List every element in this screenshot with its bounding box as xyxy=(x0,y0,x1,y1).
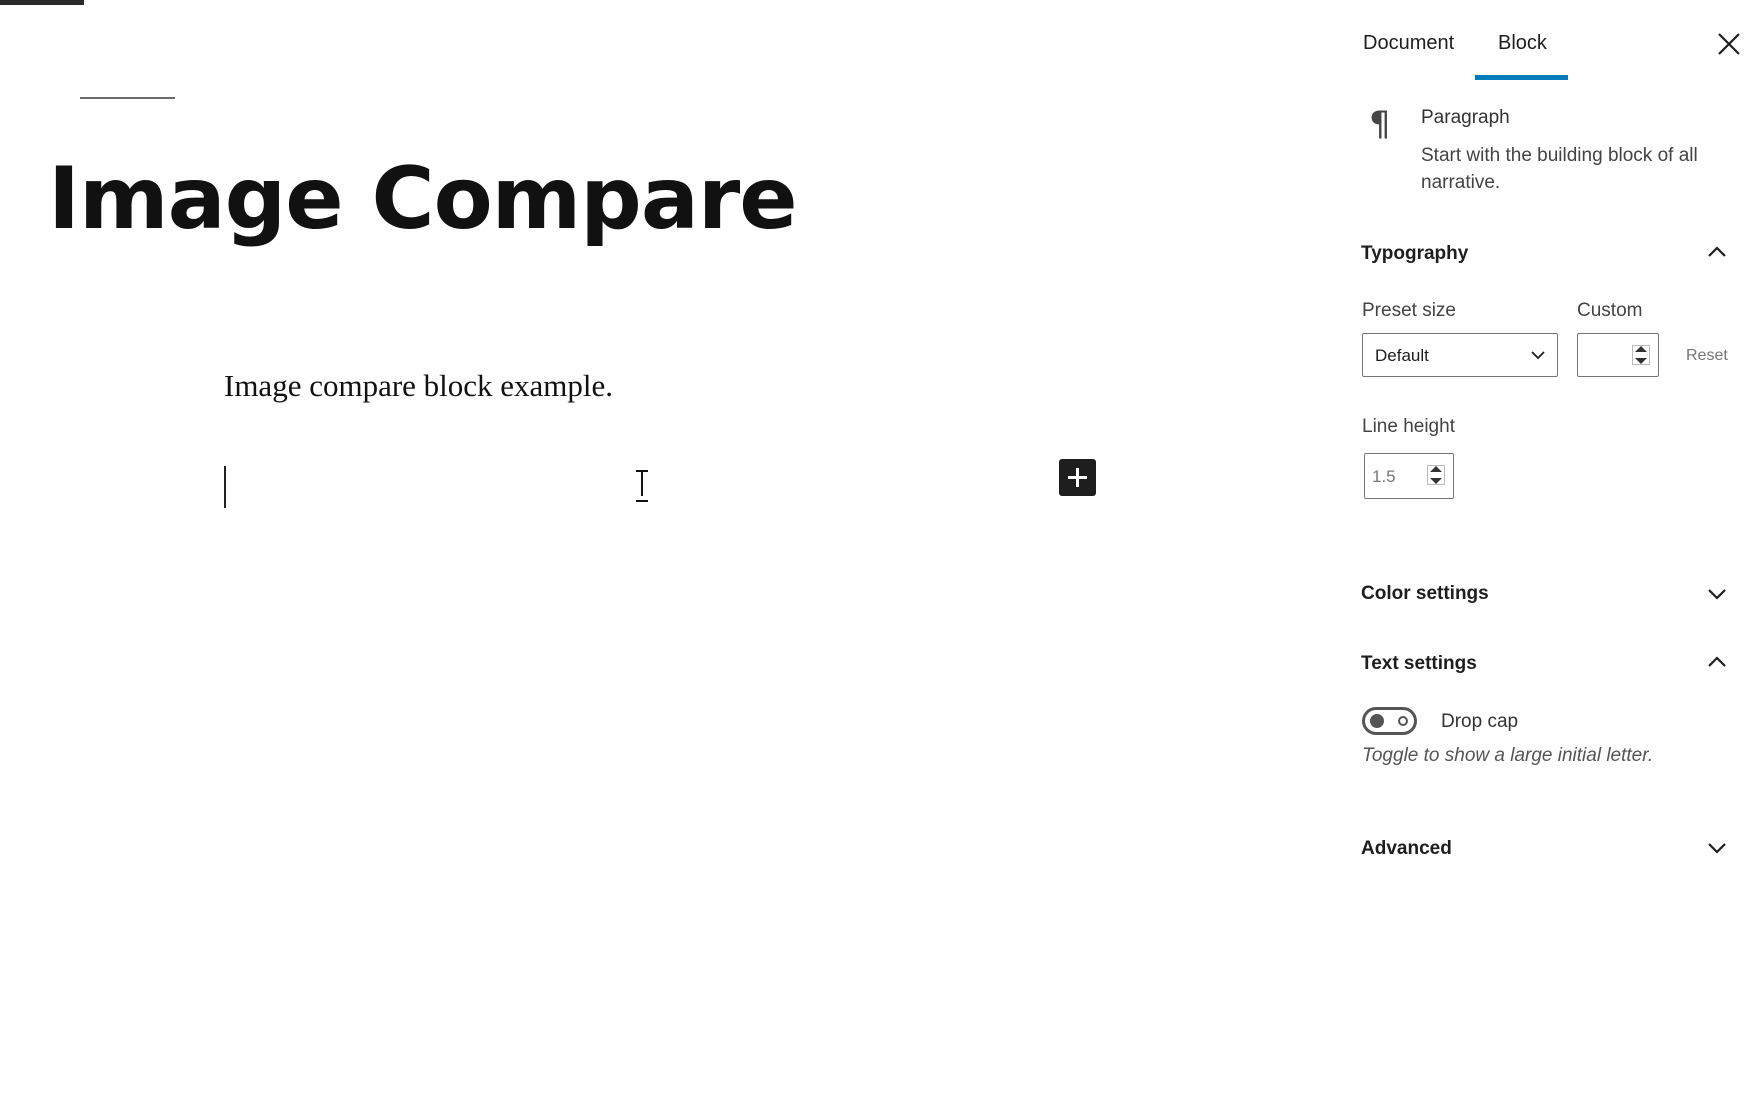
chevron-up-icon[interactable] xyxy=(1705,650,1729,674)
tab-document[interactable]: Document xyxy=(1363,32,1454,55)
paragraph-block[interactable]: Image compare block example. xyxy=(224,368,613,404)
line-height-label: Line height xyxy=(1362,416,1455,437)
post-title[interactable]: Image Compare xyxy=(48,148,798,251)
line-height-stepper[interactable] xyxy=(1427,465,1445,485)
preset-size-value: Default xyxy=(1375,346,1429,365)
editor-canvas: Image Compare Image compare block exampl… xyxy=(0,0,1340,1102)
advanced-panel-toggle[interactable]: Advanced xyxy=(1361,838,1452,860)
line-height-input[interactable]: 1.5 xyxy=(1364,453,1454,499)
preset-size-label: Preset size xyxy=(1362,300,1456,321)
add-block-button[interactable] xyxy=(1059,459,1096,496)
chevron-down-icon[interactable] xyxy=(1705,582,1729,606)
color-settings-panel-toggle[interactable]: Color settings xyxy=(1361,583,1489,605)
title-separator xyxy=(80,97,175,99)
chevron-down-icon[interactable] xyxy=(1705,836,1729,860)
line-height-value: 1.5 xyxy=(1372,467,1396,486)
empty-paragraph-block[interactable] xyxy=(224,466,1094,510)
active-tab-indicator xyxy=(1475,75,1568,80)
block-description: Start with the building block of all nar… xyxy=(1421,145,1698,193)
settings-sidebar: Document Block ¶ Paragraph Start with th… xyxy=(1340,0,1750,1102)
custom-size-input[interactable] xyxy=(1577,333,1659,377)
text-settings-panel-toggle[interactable]: Text settings xyxy=(1361,653,1477,675)
chevron-up-icon[interactable] xyxy=(1705,240,1729,264)
custom-size-label: Custom xyxy=(1577,300,1643,321)
chevron-down-icon xyxy=(1531,351,1545,360)
close-icon[interactable] xyxy=(1715,30,1743,58)
drop-cap-label: Drop cap xyxy=(1441,711,1519,732)
paragraph-icon: ¶ xyxy=(1369,104,1391,144)
text-caret xyxy=(224,466,226,508)
preset-size-select[interactable]: Default xyxy=(1362,333,1558,377)
block-name: Paragraph xyxy=(1421,107,1510,128)
text-cursor-icon xyxy=(634,470,650,502)
tab-block[interactable]: Block xyxy=(1498,32,1547,55)
custom-size-stepper[interactable] xyxy=(1632,345,1650,365)
reset-button[interactable]: Reset xyxy=(1686,347,1728,365)
drop-cap-toggle[interactable] xyxy=(1362,707,1417,735)
drop-cap-help-text: Toggle to show a large initial letter. xyxy=(1362,745,1654,766)
typography-panel-toggle[interactable]: Typography xyxy=(1361,243,1468,265)
